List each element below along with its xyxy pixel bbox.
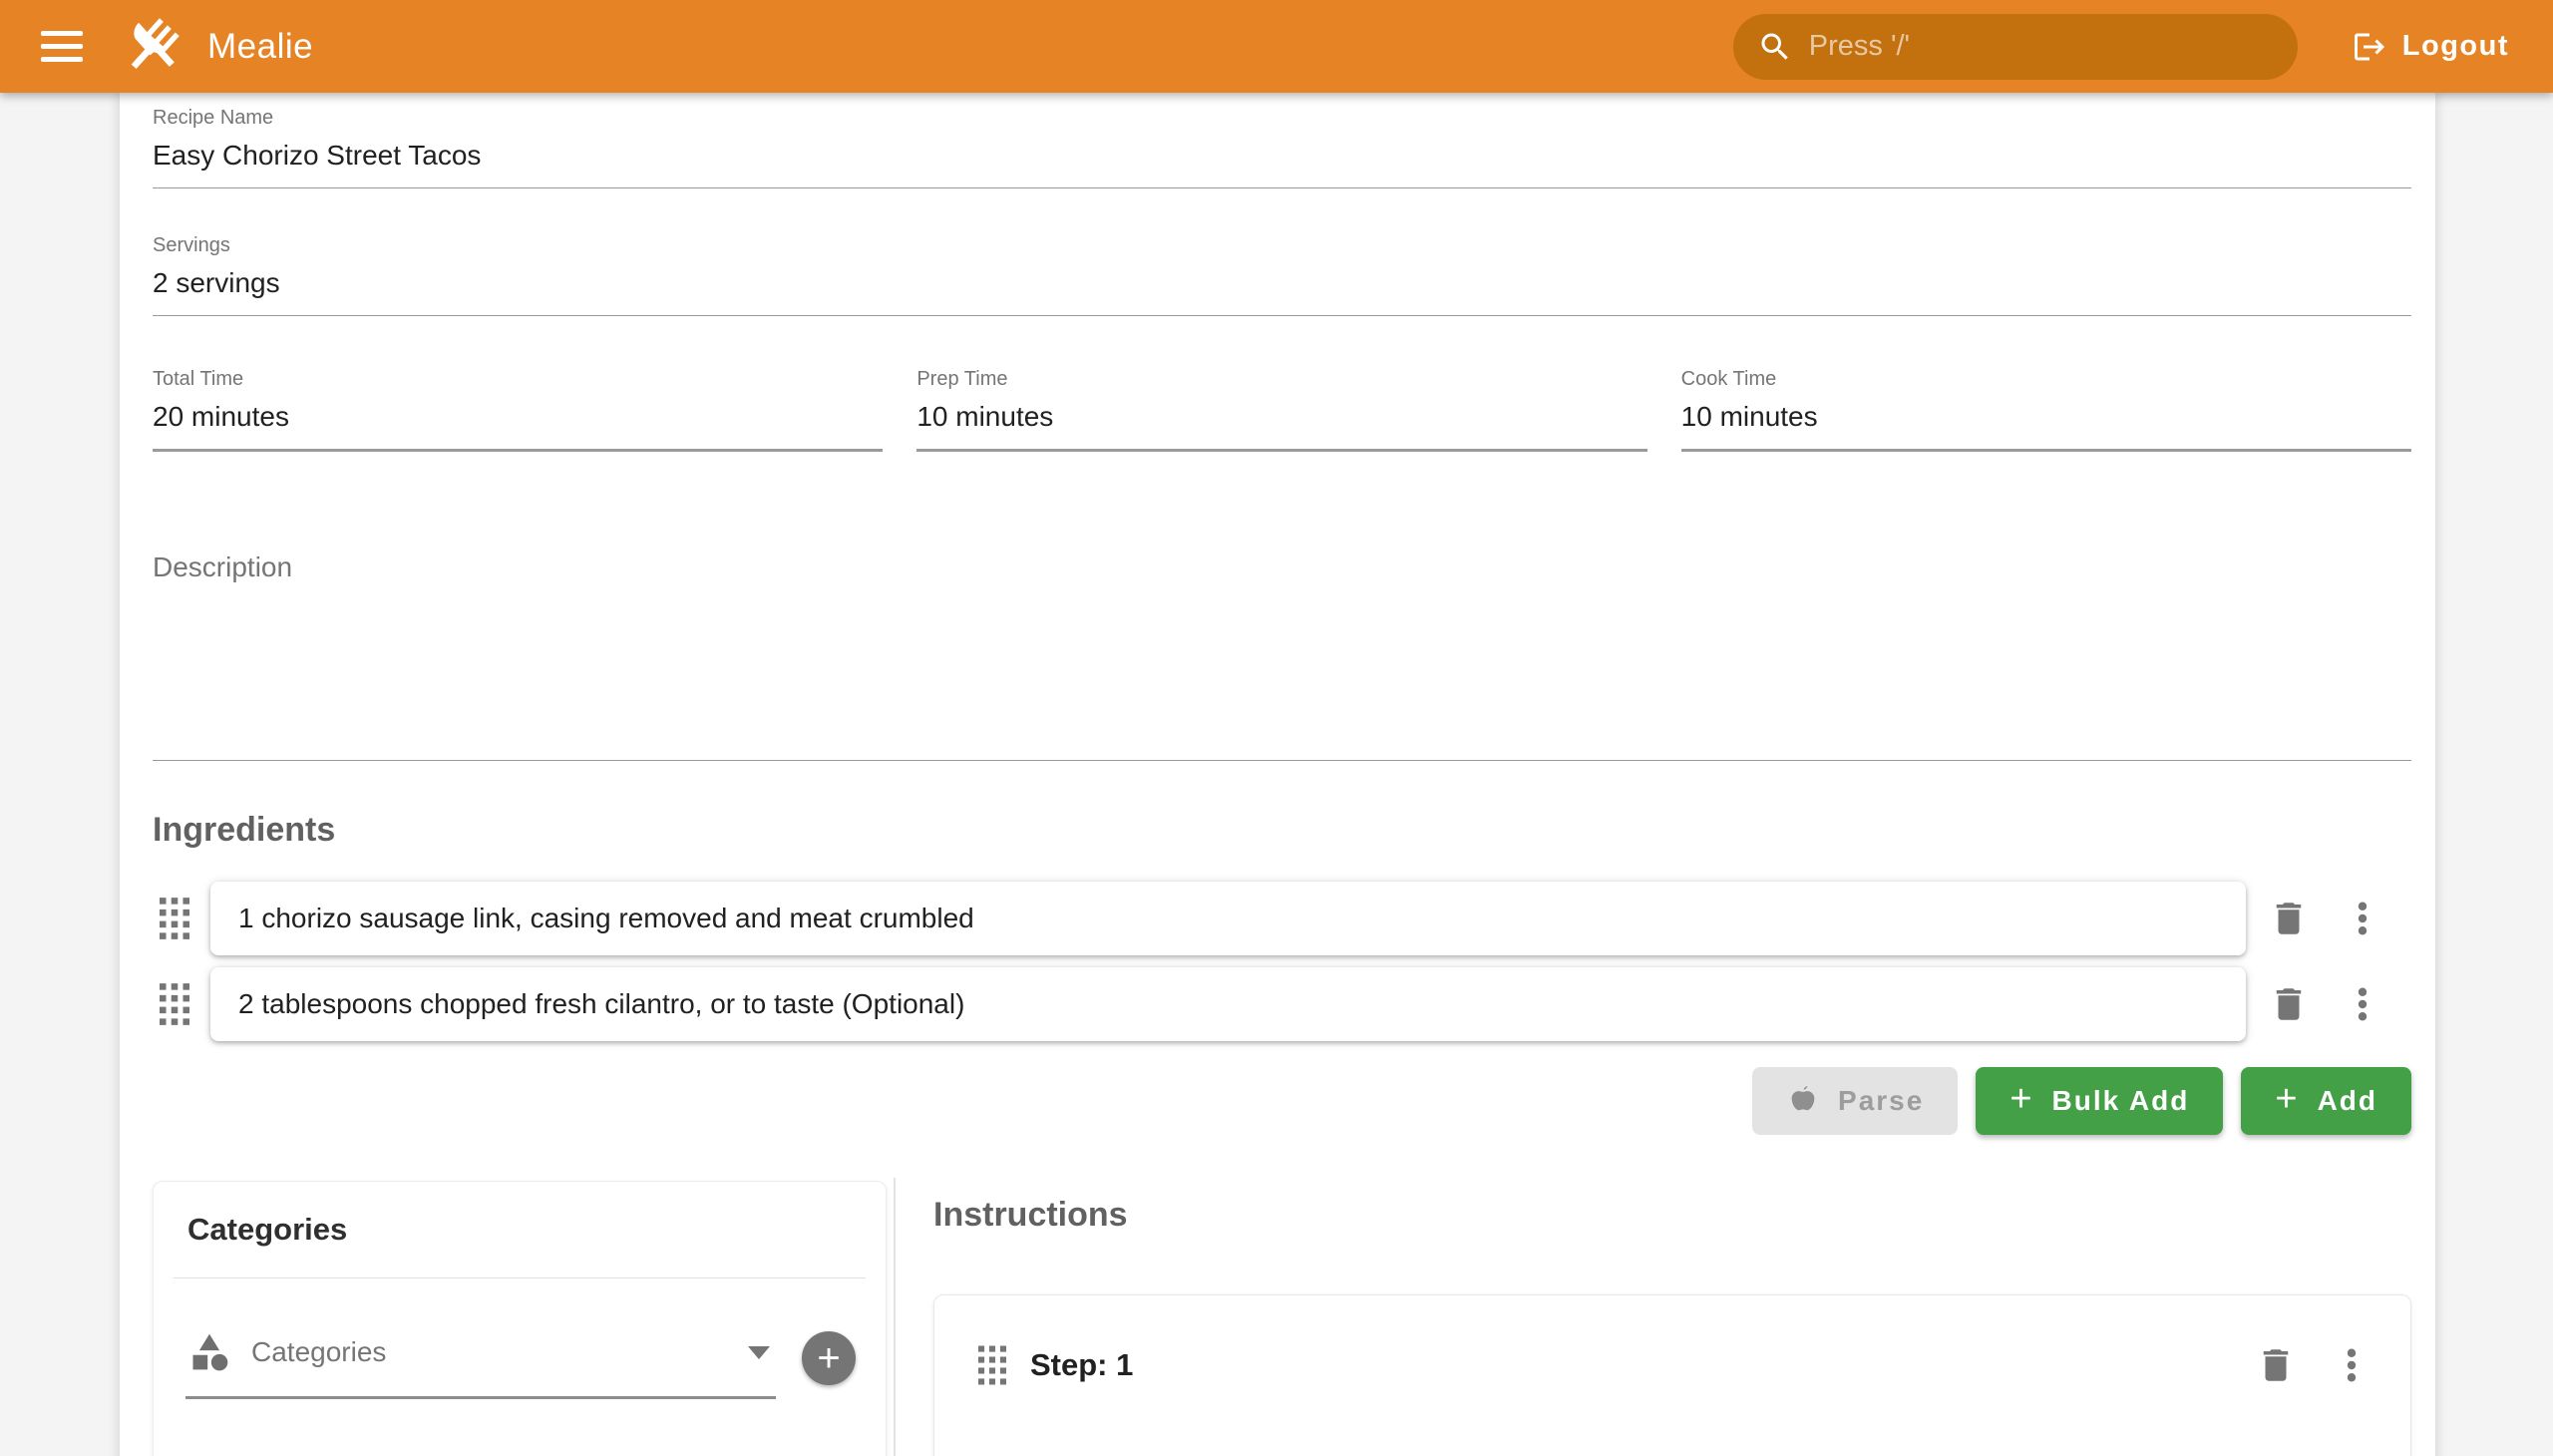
cook-time-field: Cook Time bbox=[1681, 368, 2411, 452]
recipe-name-label: Recipe Name bbox=[153, 107, 2411, 130]
ingredient-row bbox=[153, 882, 2411, 955]
kebab-menu-icon bbox=[2342, 898, 2383, 939]
recipe-name-input[interactable] bbox=[153, 134, 2411, 187]
ingredient-menu-button[interactable] bbox=[2340, 981, 2385, 1027]
search-input[interactable] bbox=[1809, 30, 2288, 63]
plus-icon: + bbox=[2275, 1080, 2299, 1118]
logout-button[interactable]: Logout bbox=[2338, 19, 2523, 75]
servings-label: Servings bbox=[153, 234, 2411, 257]
step-menu-button[interactable] bbox=[2329, 1342, 2374, 1388]
parse-button[interactable]: Parse bbox=[1752, 1067, 1958, 1135]
drag-handle-icon[interactable] bbox=[970, 1339, 1014, 1391]
drag-handle-icon[interactable] bbox=[153, 893, 196, 944]
organizer-column: Categories Categories + bbox=[153, 1178, 894, 1456]
categories-card: Categories Categories + bbox=[153, 1181, 887, 1456]
trash-icon bbox=[2268, 983, 2310, 1025]
ingredient-menu-button[interactable] bbox=[2340, 896, 2385, 941]
step-title: Step: 1 bbox=[1030, 1347, 1133, 1383]
plus-icon: + bbox=[817, 1338, 840, 1378]
parse-label: Parse bbox=[1838, 1085, 1924, 1117]
cook-time-label: Cook Time bbox=[1681, 368, 2411, 391]
delete-ingredient-button[interactable] bbox=[2266, 981, 2312, 1027]
search-icon bbox=[1757, 29, 1793, 65]
step-header: Step: 1 bbox=[970, 1339, 2374, 1391]
cook-time-input[interactable] bbox=[1681, 395, 2411, 449]
logout-icon bbox=[2352, 29, 2387, 65]
ingredient-card bbox=[210, 882, 2246, 955]
ingredient-row bbox=[153, 967, 2411, 1041]
prep-time-field: Prep Time bbox=[916, 368, 1646, 452]
plus-icon: + bbox=[2009, 1080, 2033, 1118]
bottom-columns: Categories Categories + bbox=[153, 1178, 2411, 1456]
trash-icon bbox=[2268, 898, 2310, 939]
apple-icon bbox=[1786, 1084, 1820, 1118]
instruction-step-card: Step: 1 Combine crumbled chorizo and chi… bbox=[933, 1294, 2411, 1456]
prep-time-label: Prep Time bbox=[916, 368, 1646, 391]
delete-step-button[interactable] bbox=[2253, 1342, 2299, 1388]
ingredient-actions-row: Parse + Bulk Add + Add bbox=[153, 1067, 2411, 1135]
add-ingredient-button[interactable]: + Add bbox=[2241, 1067, 2411, 1135]
categories-divider bbox=[174, 1277, 866, 1278]
categories-card-title: Categories bbox=[187, 1212, 866, 1248]
chevron-down-icon bbox=[748, 1346, 770, 1359]
description-label: Description bbox=[153, 530, 292, 583]
categories-select-row: Categories + bbox=[185, 1316, 856, 1399]
bulk-add-label: Bulk Add bbox=[2052, 1085, 2190, 1117]
description-textarea[interactable]: Description bbox=[153, 530, 2411, 761]
bulk-add-button[interactable]: + Bulk Add bbox=[1976, 1067, 2223, 1135]
categories-select-label: Categories bbox=[251, 1336, 386, 1368]
servings-field: Servings bbox=[153, 234, 2411, 316]
ingredients-heading: Ingredients bbox=[153, 811, 2411, 850]
ingredient-input[interactable] bbox=[238, 903, 2218, 934]
logout-label: Logout bbox=[2402, 30, 2509, 63]
categories-select[interactable]: Categories bbox=[185, 1316, 776, 1399]
mealie-logo-icon bbox=[120, 15, 183, 79]
trash-icon bbox=[2255, 1344, 2297, 1386]
delete-ingredient-button[interactable] bbox=[2266, 896, 2312, 941]
total-time-input[interactable] bbox=[153, 395, 883, 449]
hamburger-menu-button[interactable] bbox=[30, 15, 94, 79]
app-bar: Mealie Logout bbox=[0, 0, 2553, 93]
recipe-editor-sheet: Recipe Name Servings Total Time Prep Tim… bbox=[120, 93, 2435, 1456]
add-category-button[interactable]: + bbox=[802, 1331, 856, 1385]
recipe-name-field: Recipe Name bbox=[153, 107, 2411, 188]
servings-input[interactable] bbox=[153, 261, 2411, 315]
time-fields-row: Total Time Prep Time Cook Time bbox=[153, 368, 2411, 452]
ingredient-input[interactable] bbox=[238, 988, 2218, 1020]
add-label: Add bbox=[2318, 1085, 2377, 1117]
kebab-menu-icon bbox=[2342, 983, 2383, 1025]
kebab-menu-icon bbox=[2331, 1344, 2372, 1386]
total-time-field: Total Time bbox=[153, 368, 883, 452]
global-search-field[interactable] bbox=[1733, 14, 2298, 80]
drag-handle-icon[interactable] bbox=[153, 978, 196, 1030]
instructions-column: Instructions Step: 1 bbox=[896, 1178, 2411, 1456]
ingredient-card bbox=[210, 967, 2246, 1041]
total-time-label: Total Time bbox=[153, 368, 883, 391]
prep-time-input[interactable] bbox=[916, 395, 1646, 449]
shapes-icon bbox=[187, 1330, 231, 1374]
app-title: Mealie bbox=[207, 27, 313, 67]
instructions-heading: Instructions bbox=[933, 1196, 2411, 1235]
